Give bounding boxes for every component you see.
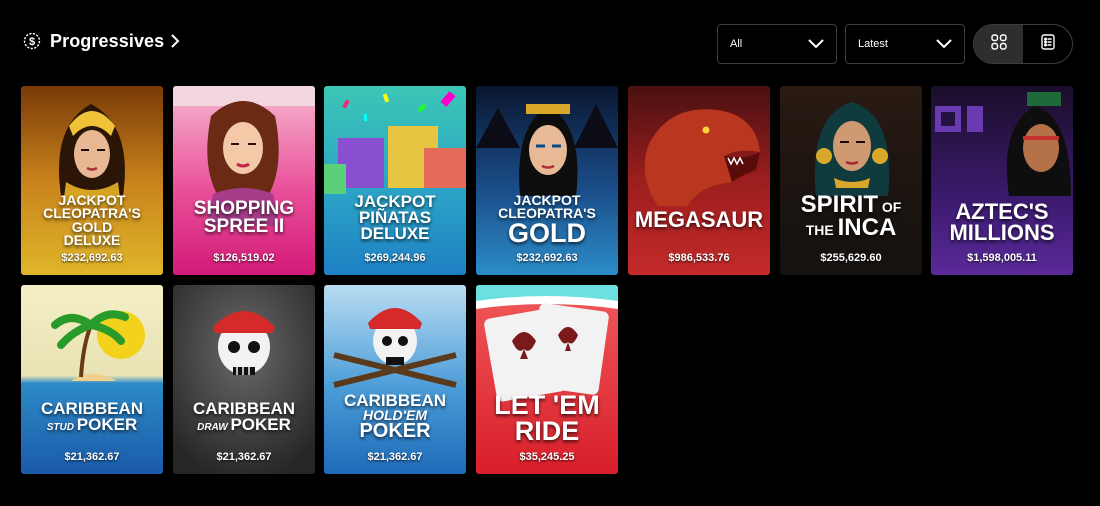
game-title-line-1: LET 'EM [494, 390, 600, 420]
jackpot-amount: $21,362.67 [216, 451, 272, 463]
jackpot-amount: $255,629.60 [820, 252, 882, 264]
game-thumbnail [324, 285, 466, 474]
game-title-line-2: THE INCA [805, 213, 897, 241]
game-title: MEGASAUR [628, 207, 770, 232]
game-title-line-3: POKER [359, 420, 431, 443]
game-thumbnail [324, 86, 466, 275]
game-tile[interactable]: LET 'EM RIDE $35,245.25 [476, 285, 618, 474]
game-title-line-3: GOLD [508, 217, 586, 248]
jackpot-amount: $21,362.67 [64, 451, 120, 463]
game-tile[interactable]: SHOPPING SPREE II $126,519.02 [173, 86, 315, 275]
jackpot-amount: $126,519.02 [213, 252, 275, 264]
game-title: SHOPPING SPREE II [173, 199, 315, 238]
chevron-down-icon [808, 39, 824, 49]
page-title: Progressives [50, 30, 165, 51]
game-title: SPIRIT OF THE INCA [780, 193, 922, 241]
jackpot-amount: $232,692.63 [61, 252, 123, 264]
chevron-down-icon [936, 39, 952, 49]
grid-view-button[interactable] [974, 25, 1023, 63]
game-thumbnail [173, 285, 315, 474]
list-view-icon [1040, 33, 1055, 55]
game-thumbnail [21, 285, 163, 474]
coin-dollar-icon: $ [22, 30, 42, 52]
jackpot-amount: $35,245.25 [519, 451, 575, 463]
filter-select[interactable]: All [717, 24, 837, 64]
jackpot-amount: $1,598,005.11 [967, 252, 1037, 264]
game-thumbnail [173, 86, 315, 275]
chevron-right-icon [170, 33, 182, 49]
game-title: AZTEC'S MILLIONS [931, 201, 1073, 245]
game-title-line-2: STUD POKER [46, 415, 138, 435]
sort-select-value: Latest [858, 38, 888, 50]
game-title: CARIBBEAN DRAW POKER [173, 400, 315, 435]
jackpot-amount: $21,362.67 [367, 451, 423, 463]
progressives-title-link[interactable]: $ Progressives [22, 30, 182, 52]
game-tile[interactable]: JACKPOT CLEOPATRA'S GOLD $232,692.63 [476, 86, 618, 275]
game-title-line-3: DELUXE [360, 224, 430, 244]
game-tile[interactable]: MEGASAUR $986,533.76 [628, 86, 770, 275]
game-title-line-2: DRAW POKER [197, 415, 291, 435]
svg-text:$: $ [29, 36, 35, 48]
game-title: CARIBBEAN HOLD'EM POKER [324, 392, 466, 443]
grid-view-icon [990, 33, 1007, 55]
game-title: JACKPOT CLEOPATRA'S GOLD [476, 193, 618, 248]
game-title: CARIBBEAN STUD POKER [21, 400, 163, 435]
jackpot-amount: $269,244.96 [364, 252, 426, 264]
game-tile[interactable]: JACKPOT CLEOPATRA'S GOLD DELUXE $232,692… [21, 86, 163, 275]
game-tile[interactable]: JACKPOT PIÑATAS DELUXE $269,244.96 [324, 86, 466, 275]
jackpot-amount: $232,692.63 [516, 252, 578, 264]
game-title-line-4: DELUXE [63, 231, 121, 248]
game-title: LET 'EM RIDE [476, 390, 618, 446]
game-title-line-2: MILLIONS [949, 219, 1055, 245]
game-tile[interactable]: AZTEC'S MILLIONS $1,598,005.11 [931, 86, 1073, 275]
view-toggle [973, 24, 1073, 64]
game-title-line-2: RIDE [514, 415, 580, 446]
game-title: JACKPOT CLEOPATRA'S GOLD DELUXE [21, 193, 163, 248]
list-view-button[interactable] [1023, 25, 1072, 63]
game-title: JACKPOT PIÑATAS DELUXE [324, 193, 466, 244]
game-title-line-2: SPREE II [203, 216, 285, 238]
game-thumbnail [931, 86, 1073, 275]
filter-select-value: All [730, 38, 743, 50]
sort-select[interactable]: Latest [845, 24, 965, 64]
game-thumbnail [628, 86, 770, 275]
game-title-line-1: MEGASAUR [634, 207, 764, 232]
game-tile[interactable]: CARIBBEAN HOLD'EM POKER $21,362.67 [324, 285, 466, 474]
game-tile[interactable]: CARIBBEAN DRAW POKER $21,362.67 [173, 285, 315, 474]
section-header: $ Progressives All Latest [0, 0, 1100, 86]
jackpot-amount: $986,533.76 [668, 252, 730, 264]
game-tile[interactable]: SPIRIT OF THE INCA $255,629.60 [780, 86, 922, 275]
game-tile[interactable]: CARIBBEAN STUD POKER $21,362.67 [21, 285, 163, 474]
game-thumbnail [780, 86, 922, 275]
